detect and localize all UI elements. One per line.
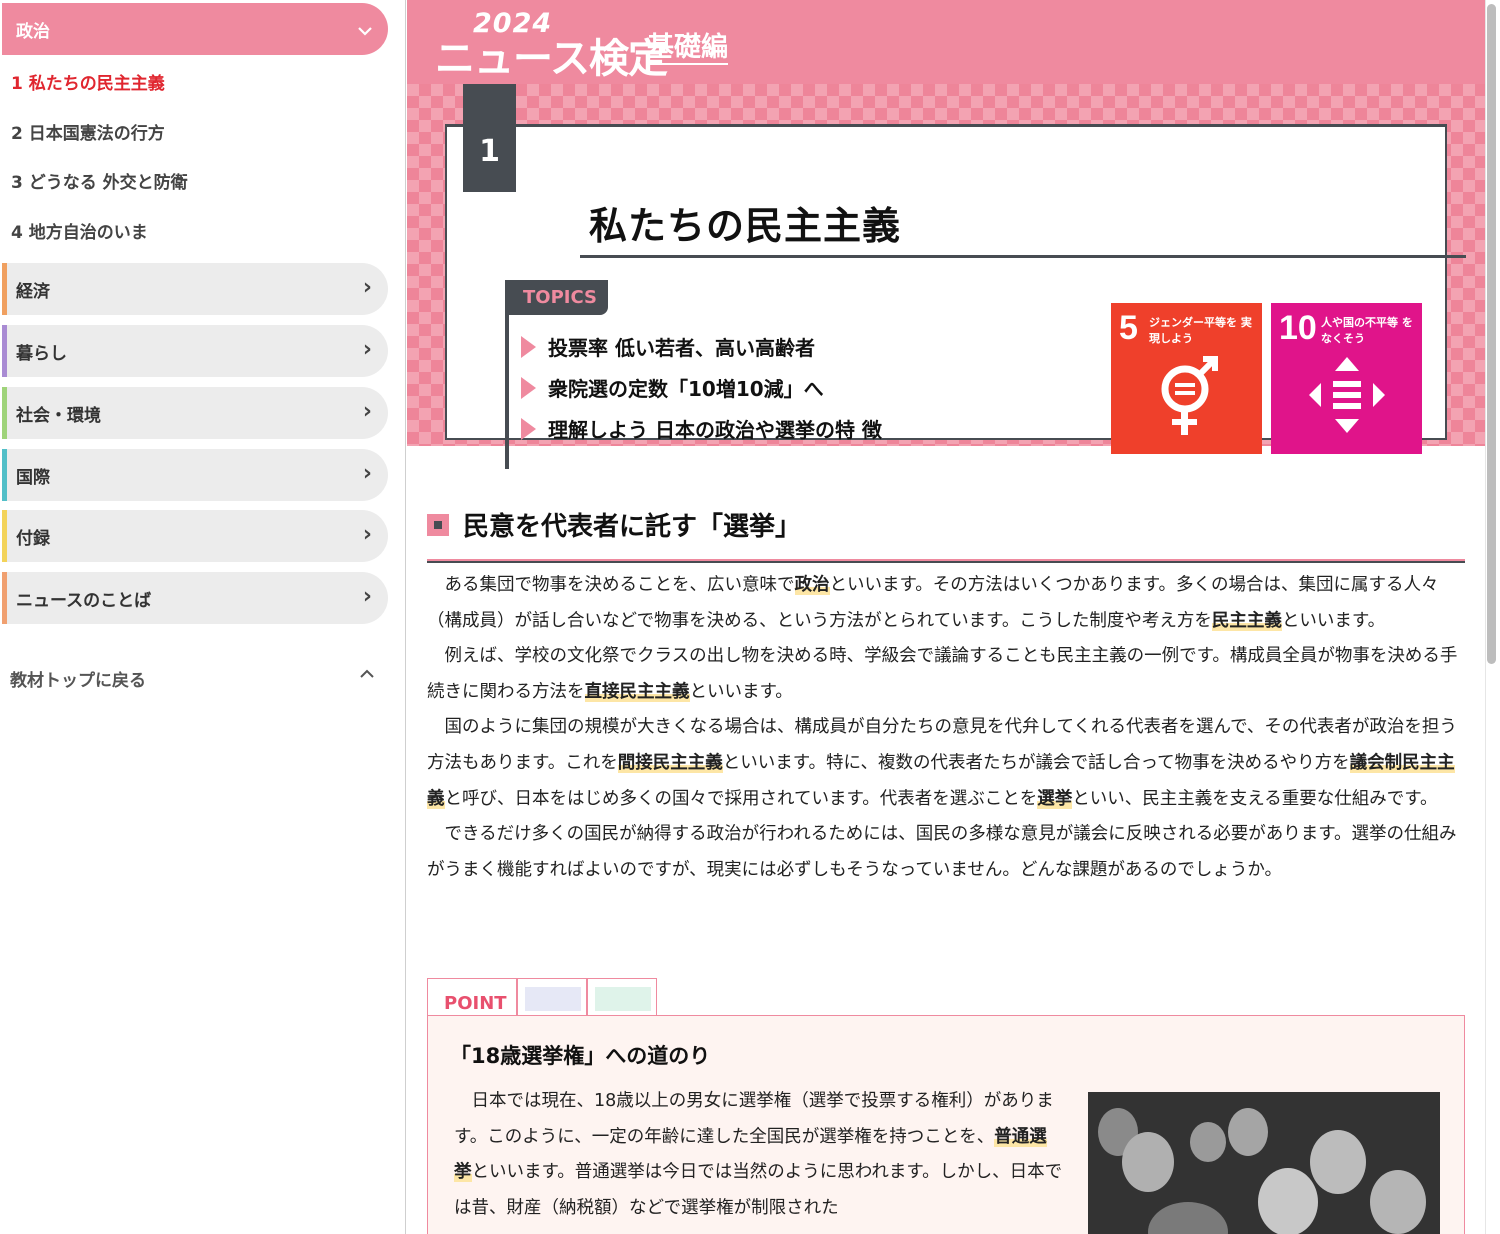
category-label: 社会・環境 [16,405,101,426]
chevron-right-icon: › [362,275,372,300]
category-label: 経済 [16,281,50,302]
historical-photo [1088,1092,1440,1234]
chevron-down-icon [358,19,372,43]
topic-text: 理解しよう 日本の政治や選挙の特 徴 [548,418,882,442]
category-color-stripe [2,263,7,315]
section-heading-text: 民意を代表者に託す「選挙」 [463,512,802,542]
category-label: 政治 [16,21,50,42]
topics-divider [505,313,509,469]
point-box: 「18歳選挙権」への道のり 日本では現在、18歳以上の男女に選挙権（選挙で投票す… [427,1015,1465,1234]
topic-item: 理解しよう 日本の政治や選挙の特 徴 [521,414,882,443]
tab-point[interactable]: POINT [427,978,517,1018]
triangle-bullet-icon [521,335,536,358]
chevron-up-icon [360,665,374,683]
title-divider [580,255,1466,258]
category-label: ニュースのことば [16,590,152,611]
chapter-card: 私たちの民主主義 TOPICS 投票率 低い若者、高い高齢者 衆院選の定数「10… [445,124,1466,469]
keyword: 間接民主主義 [617,752,723,773]
paragraph: 国のように集団の規模が大きくなる場合は、構成員が自分たちの意見を代弁してくれる代… [427,717,1457,809]
triangle-bullet-icon [521,417,536,440]
chevron-right-icon: › [362,399,372,424]
main-content: 2024 ニュース検定 基礎編 私たちの民主主義 TOPICS 投票率 低い若者… [407,0,1485,1234]
category-appendix[interactable]: 付録 › [2,510,388,562]
category-news-words[interactable]: ニュースのことば › [2,572,388,624]
keyword: 選挙 [1037,788,1073,809]
sdg-text: 人や国の不平等 をなくそう [1321,316,1413,345]
logo-subtitle: 基礎編 [647,32,728,65]
sidebar: 政治 1 私たちの民主主義 2 日本国憲法の行方 3 どうなる 外交と防衛 4 … [0,0,406,1234]
tab-tertiary[interactable] [587,978,657,1018]
paragraph: できるだけ多くの国民が納得する政治が行われるためには、国民の多様な意見が議会に反… [427,824,1457,880]
page-header: 2024 ニュース検定 基礎編 [407,0,1485,84]
category-color-stripe [2,510,7,562]
category-label: 国際 [16,467,50,488]
sdg-text: ジェンダー平等を 実現しよう [1149,316,1252,345]
keyword: 直接民主主義 [584,681,690,702]
keyword: 政治 [794,575,830,595]
paragraph: ある集団で物事を決めることを、広い意味で政治といいます。その方法はいくつかありま… [427,575,1439,631]
topic-text: 衆院選の定数「10増10減」へ [548,377,824,401]
gender-equality-icon [1161,356,1218,435]
paragraph: 例えば、学校の文化祭でクラスの出し物を決める時、学級会で議論することも民主主義の… [427,646,1458,702]
chapter-number-tab: 1 [463,84,516,192]
chevron-right-icon: › [362,337,372,362]
category-color-stripe [2,387,7,439]
category-color-stripe [2,325,7,377]
chevron-right-icon: › [362,522,372,547]
topic-text: 投票率 低い若者、高い高齢者 [548,336,815,360]
category-living[interactable]: 暮らし › [2,325,388,377]
category-international[interactable]: 国際 › [2,449,388,501]
topic-item: 投票率 低い若者、高い高齢者 [521,332,815,361]
sidebar-item-local-government[interactable]: 4 地方自治のいま [11,218,148,243]
category-color-stripe [2,572,7,624]
sdg-number: 10 [1279,309,1317,347]
reduced-inequality-icon [1309,357,1385,433]
article-body: ある集団で物事を決めることを、広い意味で政治といいます。その方法はいくつかありま… [427,568,1465,888]
content-section: 民意を代表者に託す「選挙」 [427,506,1465,563]
triangle-bullet-icon [521,376,536,399]
category-society-environment[interactable]: 社会・環境 › [2,387,388,439]
category-economy[interactable]: 経済 › [2,263,388,315]
scrollbar-thumb[interactable] [1487,4,1496,664]
keyword: 民主主義 [1211,610,1282,631]
chevron-right-icon: › [362,584,372,609]
category-politics[interactable]: 政治 [2,3,388,55]
category-color-stripe [2,449,7,501]
section-divider [427,559,1465,563]
category-label: 暮らし [16,343,67,364]
category-label: 付録 [16,528,50,549]
chapter-title: 私たちの民主主義 [589,204,902,248]
chapter-hero: 私たちの民主主義 TOPICS 投票率 低い若者、高い高齢者 衆院選の定数「10… [407,84,1485,469]
sidebar-item-diplomacy[interactable]: 3 どうなる 外交と防衛 [11,168,188,193]
chevron-right-icon: › [362,461,372,486]
point-text: 日本では現在、18歳以上の男女に選挙権（選挙で投票する権利）があります。このよう… [454,1084,1064,1226]
sdg-number: 5 [1119,309,1138,347]
square-bullet-icon [427,513,449,536]
point-title: 「18歳選挙権」への道のり [450,1044,711,1068]
sidebar-item-constitution[interactable]: 2 日本国憲法の行方 [11,119,165,144]
sidebar-item-democracy[interactable]: 1 私たちの民主主義 [11,69,165,94]
back-to-top-link[interactable]: 教材トップに戻る [10,666,382,691]
sdg-10-badge: 10 人や国の不平等 をなくそう [1271,303,1422,454]
sdg-5-badge: 5 ジェンダー平等を 実現しよう [1111,303,1262,454]
paragraph: 日本では現在、18歳以上の男女に選挙権（選挙で投票する権利）があります。このよう… [454,1091,1063,1218]
topics-label: TOPICS [505,280,608,315]
back-label: 教材トップに戻る [10,671,146,691]
topic-item: 衆院選の定数「10増10減」へ [521,373,824,402]
tab-secondary[interactable] [517,978,587,1018]
logo-title: ニュース検定 [435,36,668,82]
section-heading: 民意を代表者に託す「選挙」 [427,506,1465,543]
